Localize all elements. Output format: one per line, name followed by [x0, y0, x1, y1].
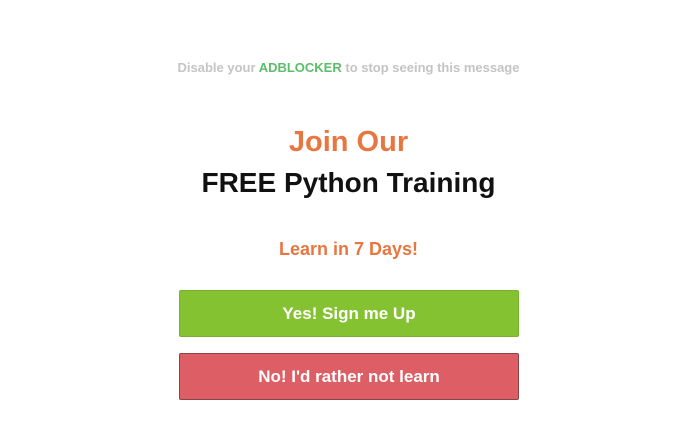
- decline-button[interactable]: No! I'd rather not learn: [179, 353, 519, 400]
- notice-prefix: Disable your: [177, 60, 259, 75]
- adblocker-notice: Disable your ADBLOCKER to stop seeing th…: [0, 60, 697, 75]
- heading-free-python-training: FREE Python Training: [201, 167, 496, 198]
- subheading-learn-in-7-days: Learn in 7 Days!: [278, 239, 419, 259]
- optin-popup: Disable your ADBLOCKER to stop seeing th…: [0, 0, 697, 446]
- heading-join-our: Join Our: [288, 126, 409, 158]
- sign-me-up-button[interactable]: Yes! Sign me Up: [179, 290, 519, 337]
- notice-suffix: to stop seeing this message: [341, 60, 520, 75]
- adblocker-highlight: ADBLOCKER: [258, 60, 342, 75]
